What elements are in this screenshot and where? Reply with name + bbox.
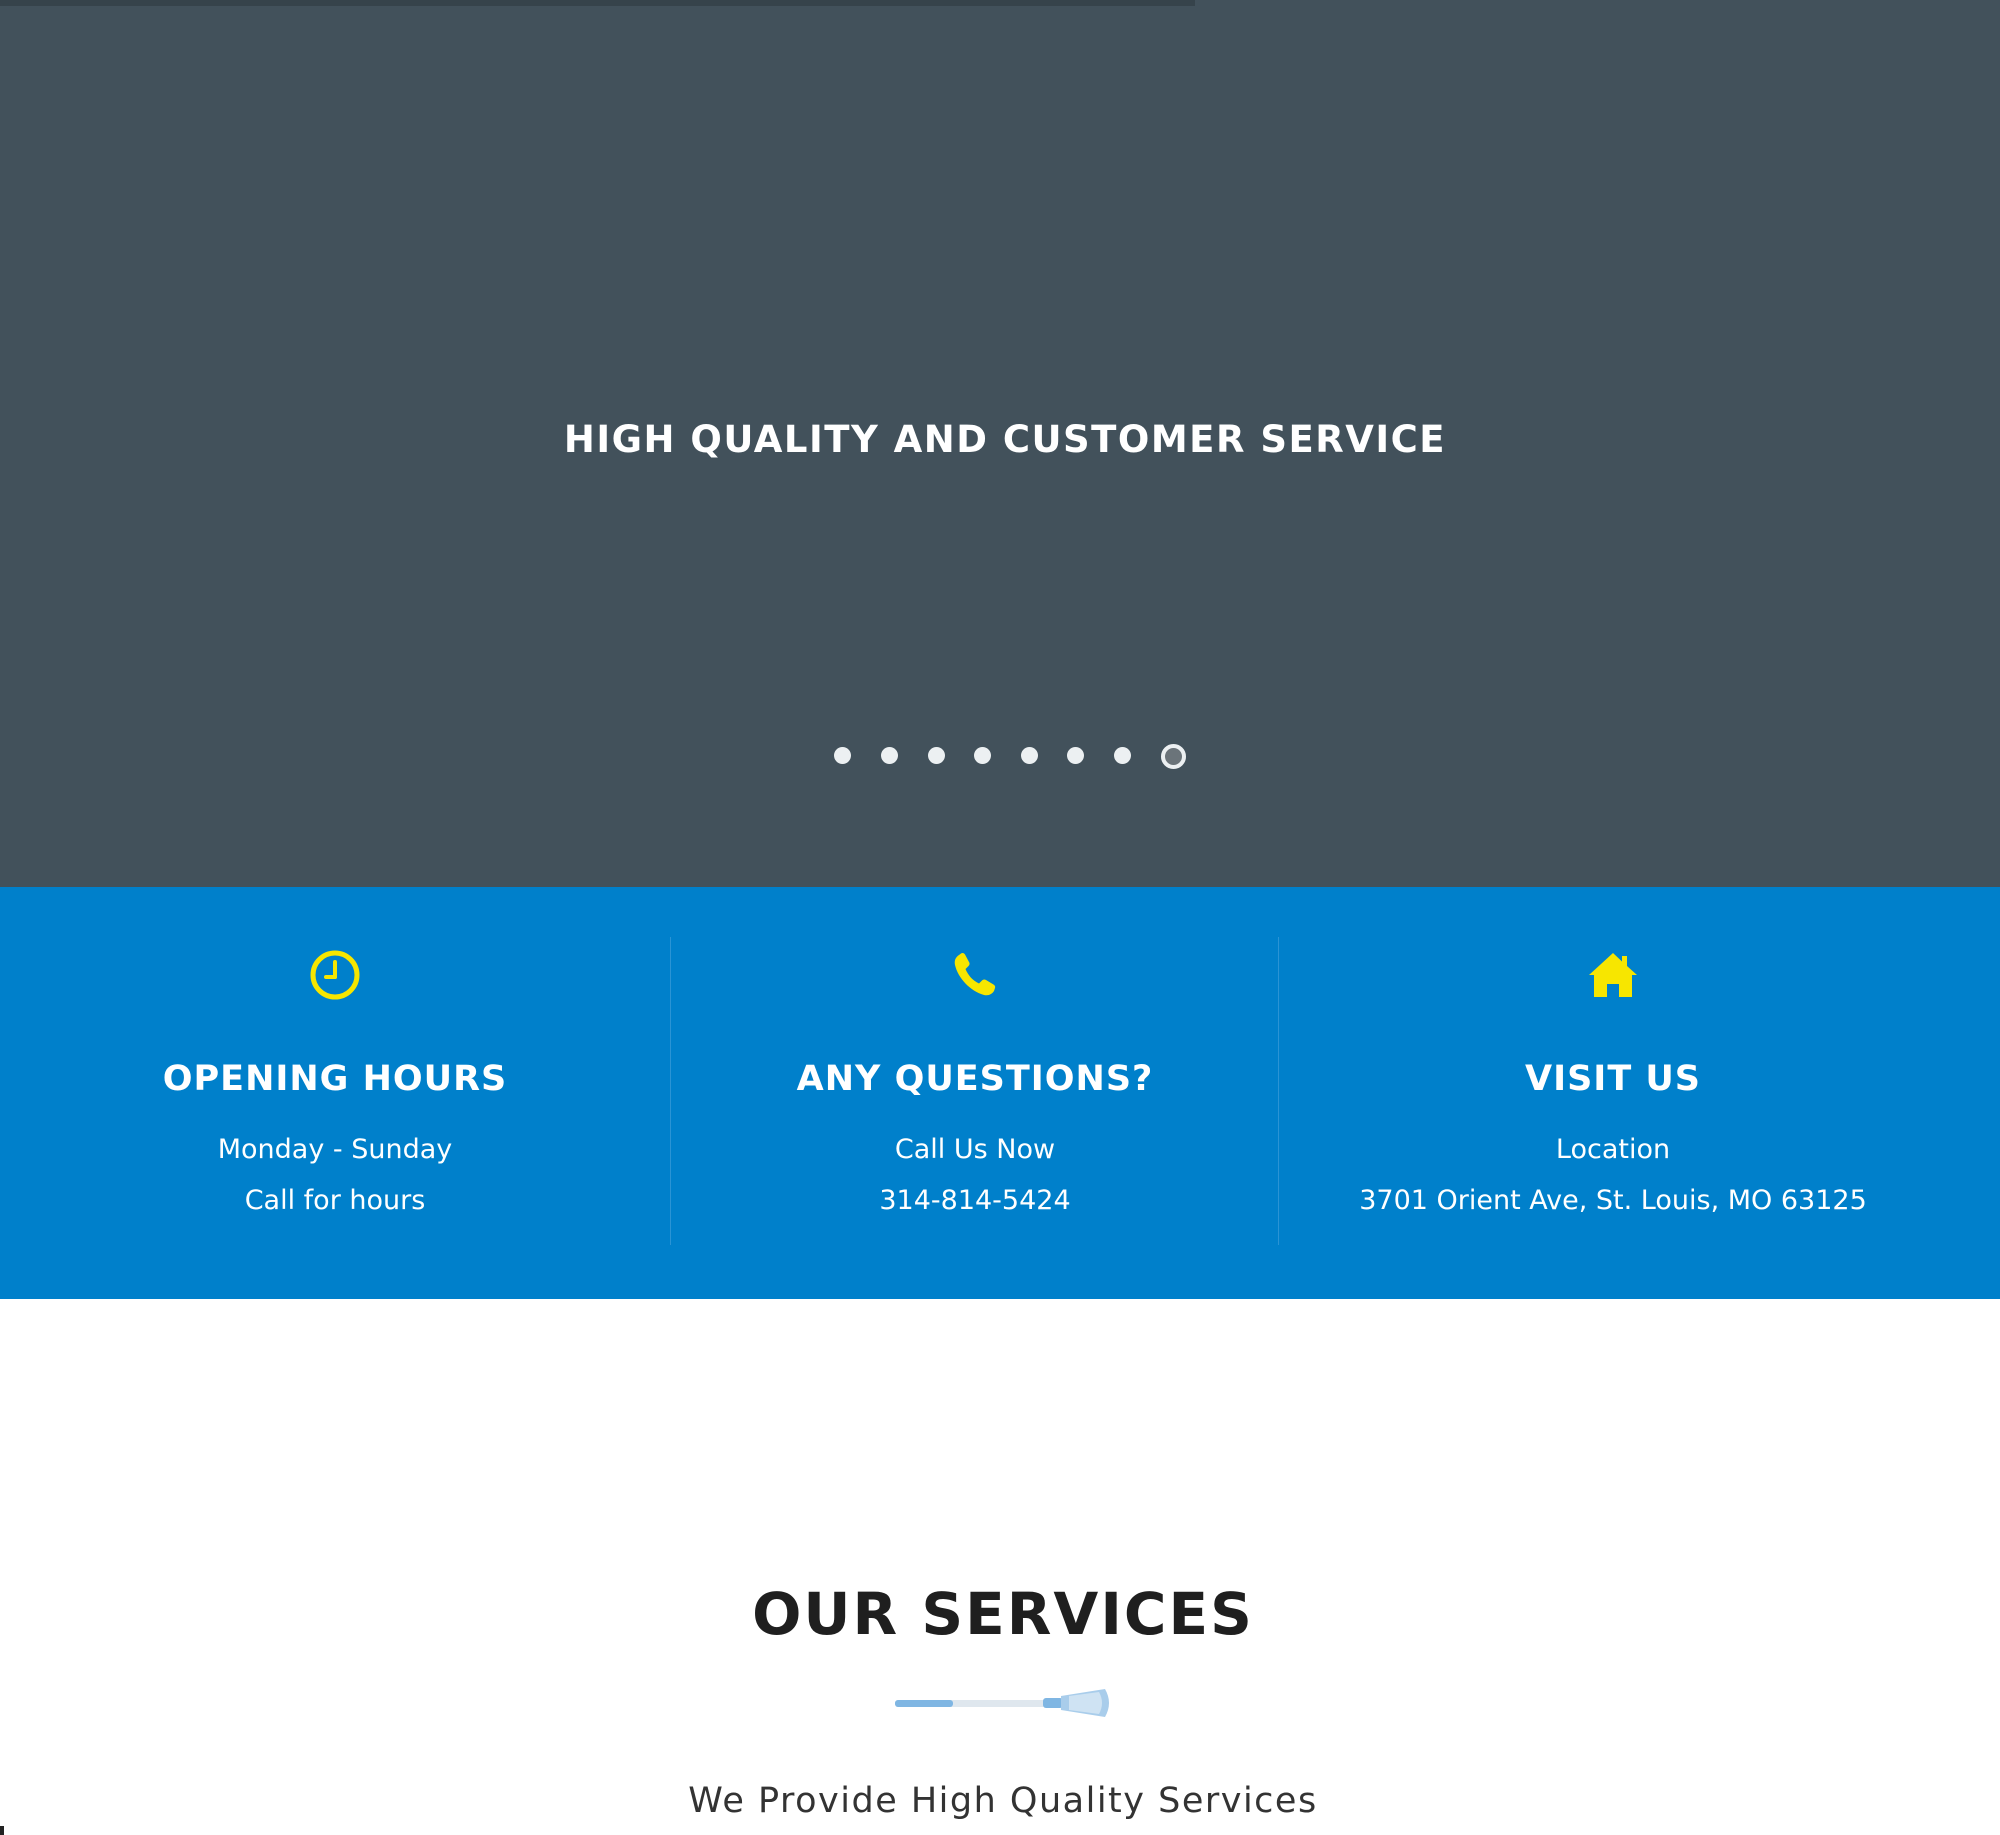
slider-dot-4[interactable] (974, 747, 991, 764)
slider-dot-6[interactable] (1067, 747, 1084, 764)
hero-title: HIGH QUALITY AND CUSTOMER SERVICE (563, 418, 1447, 461)
slider-dot-8-active[interactable] (1161, 744, 1186, 769)
visit-us-title: VISIT US (1524, 1059, 1702, 1099)
slider-dot-7[interactable] (1114, 747, 1131, 764)
services-title: OUR SERVICES (752, 1580, 1254, 1648)
services-section: OUR SERVICES We Provide High Quality Ser… (0, 1299, 2000, 1835)
opening-hours-block: OPENING HOURS Monday - Sunday Call for h… (0, 937, 670, 1245)
call-us-label: Call Us Now (894, 1134, 1056, 1165)
clock-icon (307, 947, 363, 1003)
address-text: 3701 Orient Ave, St. Louis, MO 63125 (1359, 1185, 1867, 1216)
visit-us-block: VISIT US Location 3701 Orient Ave, St. L… (1278, 937, 1947, 1245)
questions-block: ANY QUESTIONS? Call Us Now 314-814-5424 (670, 937, 1279, 1245)
info-bar: OPENING HOURS Monday - Sunday Call for h… (0, 887, 2000, 1299)
corner-mark (0, 1826, 4, 1835)
phone-number-link[interactable]: 314-814-5424 (671, 1182, 1279, 1220)
services-subtitle: We Provide High Quality Services (688, 1781, 1318, 1821)
opening-hours-days: Monday - Sunday (217, 1134, 453, 1165)
slider-pagination (0, 743, 2000, 769)
opening-hours-note: Call for hours (244, 1185, 426, 1216)
slider-progress-bar (0, 0, 1195, 6)
opening-hours-title: OPENING HOURS (162, 1059, 508, 1099)
slider-dot-3[interactable] (928, 747, 945, 764)
slider-dot-5[interactable] (1021, 747, 1038, 764)
slider-dot-2[interactable] (881, 747, 898, 764)
questions-title: ANY QUESTIONS? (796, 1059, 1154, 1099)
home-icon (1585, 947, 1641, 1003)
hero-slider: HIGH QUALITY AND CUSTOMER SERVICE (0, 0, 2000, 887)
slider-dot-1[interactable] (834, 747, 851, 764)
broom-icon (893, 1687, 1115, 1721)
location-label: Location (1555, 1134, 1671, 1165)
phone-icon (947, 947, 1003, 1003)
